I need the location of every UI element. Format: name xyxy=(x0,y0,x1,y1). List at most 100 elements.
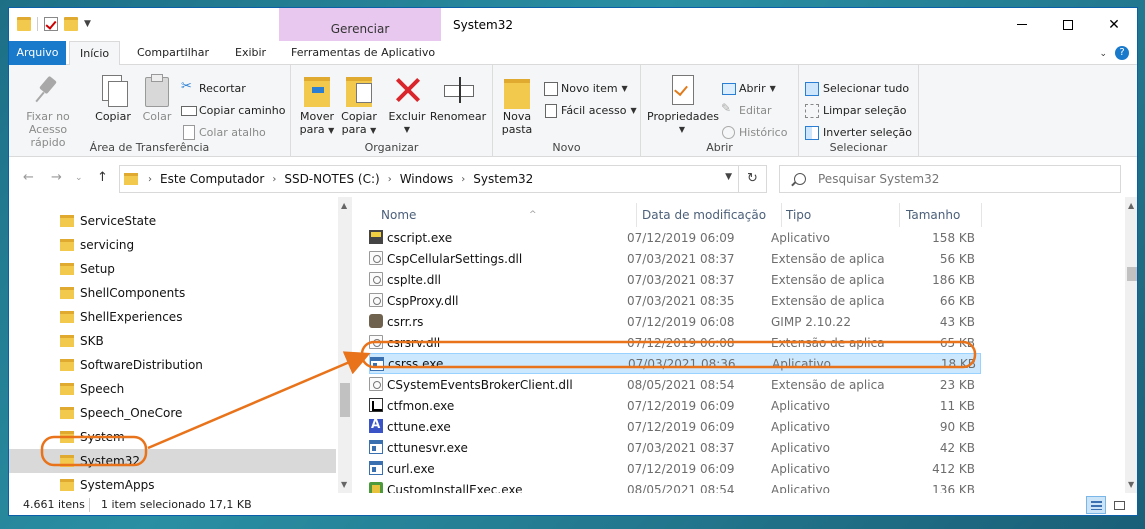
column-header-date[interactable]: Data de modificação xyxy=(642,203,782,227)
breadcrumb-chevron-icon[interactable]: › xyxy=(146,174,154,185)
file-row[interactable]: CspCellularSettings.dll 07/03/2021 08:37 E… xyxy=(369,248,981,269)
file-row[interactable]: ctfmon.exe 07/12/2019 06:09 Aplicativo 11 K… xyxy=(369,395,981,416)
column-header-size[interactable]: Tamanho xyxy=(906,203,982,227)
nav-pane-scrollbar[interactable]: ▲ ▼ xyxy=(338,197,352,493)
scroll-up-icon[interactable]: ▲ xyxy=(341,201,347,210)
nav-item[interactable]: Speech xyxy=(9,377,336,401)
file-row[interactable]: CSystemEventsBrokerClient.dll 08/05/2021 … xyxy=(369,374,981,395)
file-row[interactable]: curl.exe 07/12/2019 06:09 Aplicativo 412 KB xyxy=(369,458,981,479)
folder-icon xyxy=(60,479,74,491)
search-box[interactable] xyxy=(779,165,1121,193)
forward-arrow-icon[interactable]: → xyxy=(51,170,62,185)
breadcrumb-drive[interactable]: SSD-NOTES (C:) xyxy=(278,172,385,186)
nav-item[interactable]: SKB xyxy=(9,329,336,353)
move-to-button[interactable]: Mover para ▼ xyxy=(297,73,337,137)
tab-home[interactable]: Início xyxy=(69,41,121,66)
file-row[interactable]: CspProxy.dll 07/03/2021 08:35 Extensão de … xyxy=(369,290,981,311)
explorer-window: ▼ Gerenciar System32 ✕ Arquivo Início Co… xyxy=(8,7,1138,516)
group-label-organize: Organizar xyxy=(364,141,419,154)
back-arrow-icon[interactable]: ← xyxy=(23,170,34,185)
navigation-pane: ▲ ▼ ServiceState servicing Setup ShellCompo… xyxy=(9,197,352,493)
breadcrumb-chevron-icon[interactable]: › xyxy=(270,174,278,185)
breadcrumb-chevron-icon[interactable]: › xyxy=(459,174,467,185)
cut-button[interactable]: Recortar xyxy=(181,79,246,95)
open-button[interactable]: Abrir ▼ xyxy=(721,81,776,95)
rename-button[interactable]: Renomear xyxy=(429,73,487,123)
breadcrumb-this-pc[interactable]: Este Computador xyxy=(154,172,270,186)
close-button[interactable]: ✕ xyxy=(1091,8,1137,41)
new-item-button[interactable]: Novo item ▼ xyxy=(543,81,628,96)
history-button[interactable]: Histórico xyxy=(721,125,787,139)
copy-button[interactable]: Copiar xyxy=(93,73,133,123)
nav-item[interactable]: servicing xyxy=(9,233,336,257)
properties-icon[interactable] xyxy=(44,17,58,31)
chevron-down-icon[interactable]: ⌄ xyxy=(1099,49,1107,59)
file-row[interactable]: csrsrv.dll 07/12/2019 06:08 Extensão de ap… xyxy=(369,332,981,353)
file-row[interactable]: cttunesvr.exe 07/03/2021 08:37 Aplicativo 4… xyxy=(369,437,981,458)
column-header-type[interactable]: Tipo xyxy=(786,203,900,227)
details-view-button[interactable] xyxy=(1086,496,1106,514)
select-all-button[interactable]: Selecionar tudo xyxy=(805,81,909,96)
help-icon[interactable]: ? xyxy=(1115,46,1129,60)
breadcrumb-windows[interactable]: Windows xyxy=(394,172,460,186)
scrollbar-thumb[interactable] xyxy=(340,383,350,417)
edit-button[interactable]: Editar xyxy=(721,101,772,117)
select-none-button[interactable]: Limpar seleção xyxy=(805,103,906,118)
column-header-name[interactable]: Nome ^ xyxy=(381,203,637,227)
nav-item[interactable]: ShellExperiences xyxy=(9,305,336,329)
new-folder-button[interactable]: Nova pasta xyxy=(499,73,535,136)
file-row[interactable]: csplte.dll 07/03/2021 08:37 Extensão de ap… xyxy=(369,269,981,290)
nav-item[interactable]: ShellComponents xyxy=(9,281,336,305)
copy-path-button[interactable]: Copiar caminho xyxy=(181,103,285,117)
nav-item[interactable]: System xyxy=(9,425,336,449)
group-new: Nova pasta Novo item ▼ Fácil acesso ▼ No… xyxy=(493,65,641,157)
scroll-down-icon[interactable]: ▼ xyxy=(341,480,347,489)
large-icons-view-button[interactable] xyxy=(1109,496,1129,514)
edit-icon xyxy=(721,101,735,117)
paste-label: Colar xyxy=(142,110,172,123)
breadcrumb-chevron-icon[interactable]: › xyxy=(386,174,394,185)
file-row[interactable]: cscript.exe 07/12/2019 06:09 Aplicativo 158… xyxy=(369,227,981,248)
window-title: System32 xyxy=(453,18,514,32)
tab-view[interactable]: Exibir xyxy=(225,41,276,65)
refresh-icon[interactable]: ↻ xyxy=(738,166,766,192)
up-arrow-icon[interactable]: ↑ xyxy=(97,170,108,185)
paste-shortcut-button[interactable]: Colar atalho xyxy=(181,125,266,140)
properties-button[interactable]: Propriedades ▼ xyxy=(647,73,719,136)
scrollbar-thumb[interactable] xyxy=(1127,267,1137,281)
delete-button[interactable]: Excluir ▼ xyxy=(387,73,427,136)
file-name: CSystemEventsBrokerClient.dll xyxy=(387,377,573,392)
file-exe-icon xyxy=(369,461,383,475)
maximize-button[interactable] xyxy=(1045,8,1091,41)
new-folder-icon[interactable] xyxy=(64,17,78,31)
tab-share[interactable]: Compartilhar xyxy=(127,41,219,65)
nav-item[interactable]: System32 xyxy=(9,449,336,473)
copy-to-button[interactable]: Copiar para ▼ xyxy=(339,73,379,137)
nav-item[interactable]: SoftwareDistribution xyxy=(9,353,336,377)
file-row[interactable]: csrr.rs 07/12/2019 06:08 GIMP 2.10.22 43 KB xyxy=(369,311,981,332)
search-input[interactable] xyxy=(818,172,1108,186)
breadcrumb-system32[interactable]: System32 xyxy=(467,172,539,186)
scroll-up-icon[interactable]: ▲ xyxy=(1128,201,1134,210)
minimize-button[interactable] xyxy=(999,8,1045,41)
tab-file[interactable]: Arquivo xyxy=(9,41,66,65)
customize-toolbar-icon[interactable]: ▼ xyxy=(84,19,91,29)
minimize-icon xyxy=(1017,24,1027,25)
pin-quick-access-button[interactable]: Fixar no Acesso rápido xyxy=(17,73,79,149)
folder-icon[interactable] xyxy=(17,17,31,31)
tab-application-tools[interactable]: Ferramentas de Aplicativo xyxy=(281,41,445,65)
invert-selection-button[interactable]: Inverter seleção xyxy=(805,125,912,140)
nav-item[interactable]: ServiceState xyxy=(9,209,336,233)
file-row[interactable]: cttune.exe 07/12/2019 06:09 Aplicativo 90 K… xyxy=(369,416,981,437)
file-date: 07/12/2019 06:08 xyxy=(627,314,735,329)
nav-item[interactable]: Setup xyxy=(9,257,336,281)
chevron-down-icon[interactable]: ▼ xyxy=(725,172,732,182)
address-bar[interactable]: › Este Computador › SSD-NOTES (C:) › Win… xyxy=(119,165,767,193)
paste-button[interactable]: Colar xyxy=(137,73,177,123)
nav-item[interactable]: Speech_OneCore xyxy=(9,401,336,425)
easy-access-button[interactable]: Fácil acesso ▼ xyxy=(543,103,637,118)
recent-locations-icon[interactable]: ⌄ xyxy=(75,173,83,183)
scroll-down-icon[interactable]: ▼ xyxy=(1128,480,1134,489)
file-list-scrollbar[interactable]: ▲ ▼ xyxy=(1125,197,1137,493)
file-row[interactable]: csrss.exe 07/03/2021 08:36 Aplicativo 18 KB xyxy=(369,353,981,374)
